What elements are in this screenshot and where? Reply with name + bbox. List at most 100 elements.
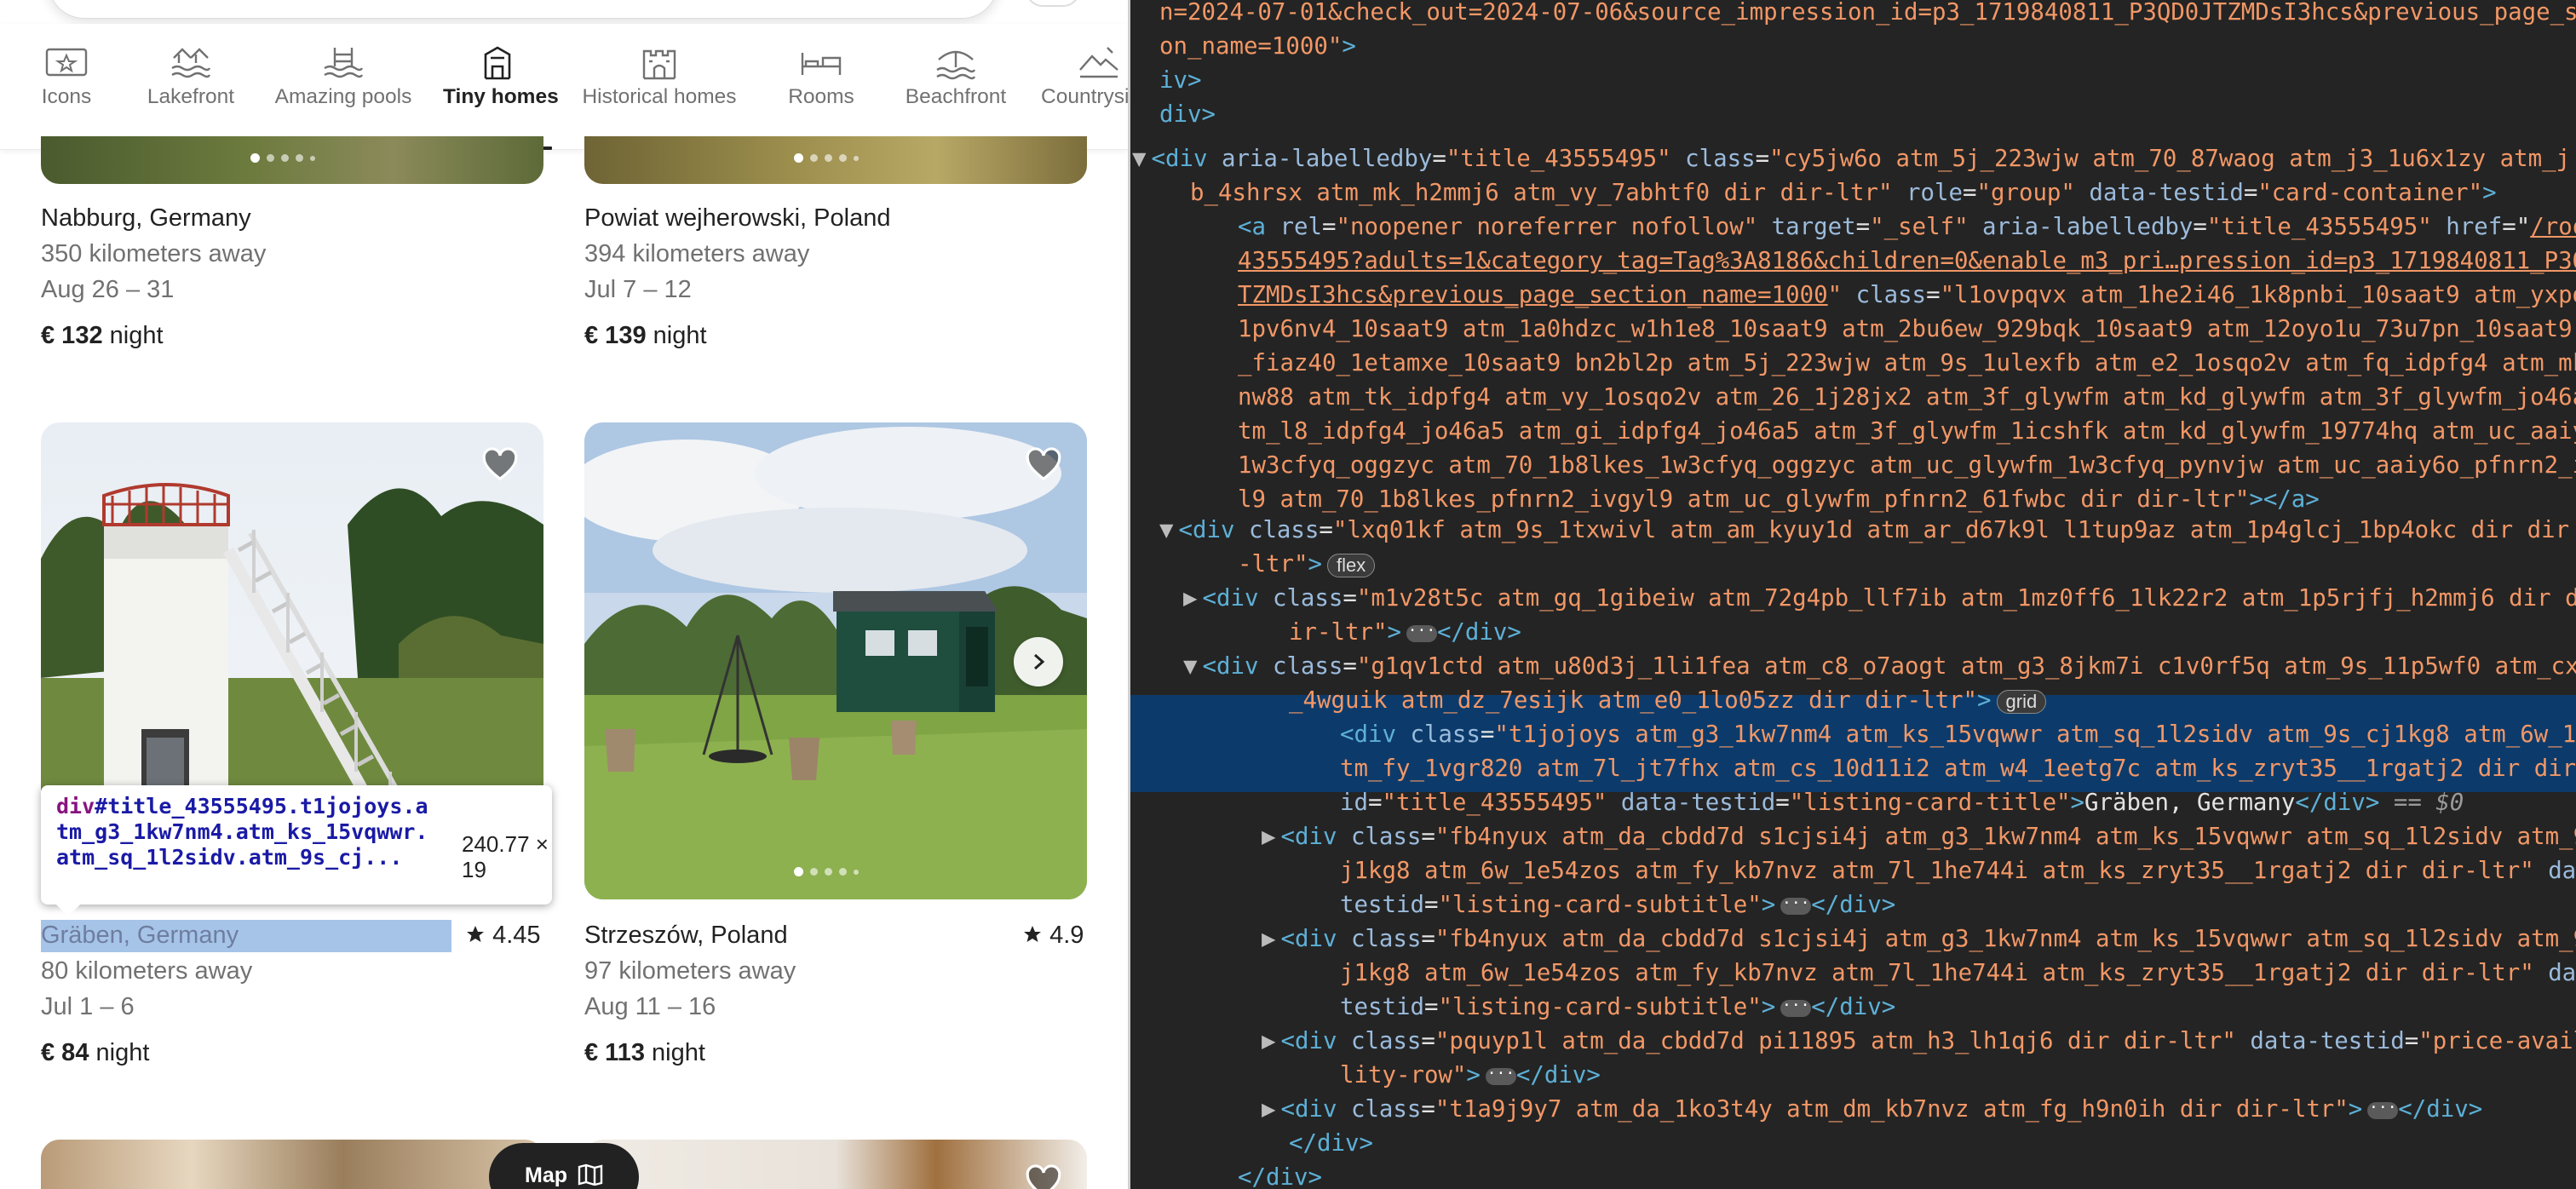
dom-line[interactable]: 1w3cfyq_oggzyc atm_70_1b8lkes_1w3cfyq_og… bbox=[1238, 450, 2576, 482]
next-image-button[interactable] bbox=[1014, 637, 1063, 686]
dom-line[interactable]: nw88 atm_tk_idpfg4 atm_vy_1osqo2v atm_26… bbox=[1238, 382, 2576, 414]
dom-line[interactable]: div> bbox=[1159, 99, 1216, 131]
rooms-icon bbox=[801, 53, 842, 75]
dom-line[interactable]: </div> bbox=[1289, 1128, 1373, 1160]
dom-line[interactable]: ▶ <div class="m1v28t5c atm_gq_1gibeiw atm… bbox=[1183, 583, 2576, 615]
dom-token: "listing-card-title" bbox=[1789, 790, 2071, 816]
expand-toggle-icon[interactable]: ▶ bbox=[1183, 585, 1198, 612]
dom-token: "cy5jw6o atm_5j_223wjw atm_70_87waog atm… bbox=[1769, 146, 2571, 172]
dom-line[interactable]: ▶ <div class="fb4nyux atm_da_cbdd7d s1cjs… bbox=[1262, 923, 2576, 956]
expand-toggle-icon[interactable]: ▶ bbox=[1262, 926, 1276, 952]
dom-token: <div bbox=[1340, 721, 1411, 748]
dom-line[interactable]: _fiaz40_1etamxe_10saat9 bn2bl2p atm_5j_2… bbox=[1238, 348, 2576, 380]
dom-line[interactable]: iv> bbox=[1159, 65, 1201, 97]
map-button[interactable]: Map bbox=[489, 1143, 639, 1189]
dom-token: = bbox=[1423, 994, 1439, 1020]
heart-icon[interactable] bbox=[1022, 445, 1065, 484]
dom-line[interactable]: tm_l8_idpfg4_jo46a5 atm_gi_idpfg4_jo46a5… bbox=[1238, 416, 2576, 448]
listing-dates: Aug 11 – 16 bbox=[584, 993, 716, 1020]
listing-image[interactable] bbox=[584, 422, 1087, 899]
collapsed-ellipsis[interactable]: ··· bbox=[1780, 895, 1812, 915]
dom-token[interactable]: TZMDsI3hcs&previous_page_section_name=10… bbox=[1238, 282, 1828, 308]
dom-line[interactable]: -ltr"> flex bbox=[1238, 549, 1376, 581]
dom-token[interactable]: /rooms/ bbox=[2530, 214, 2576, 240]
category-lakefront[interactable]: Lakefront bbox=[143, 44, 239, 150]
dom-line[interactable]: j1kg8 atm_6w_1e54zos atm_fy_kb7nvz atm_7… bbox=[1340, 957, 2576, 990]
dom-line[interactable]: lity-row"> ···</div> bbox=[1340, 1060, 1601, 1092]
dom-token: > bbox=[1977, 687, 1992, 714]
dom-line[interactable]: on_name=1000"> bbox=[1159, 31, 1356, 63]
listing-distance: 394 kilometers away bbox=[584, 240, 810, 267]
category-amazing-pools[interactable]: Amazing pools bbox=[273, 44, 414, 150]
dom-line[interactable]: _4wguik atm_dz_7esijk atm_e0_1lo05zz dir… bbox=[1289, 685, 2047, 717]
expand-toggle-icon[interactable]: ▼ bbox=[1159, 517, 1174, 543]
listing-image[interactable] bbox=[584, 136, 1087, 184]
listing-title[interactable]: Gräben, Germany bbox=[41, 922, 239, 950]
dom-line[interactable]: tm_fy_1vgr820 atm_7l_jt7fhx atm_cs_10d11… bbox=[1340, 753, 2576, 785]
dom-token: <a bbox=[1238, 214, 1280, 240]
category-label: Lakefront bbox=[147, 85, 235, 108]
expand-toggle-icon[interactable]: ▶ bbox=[1262, 824, 1276, 850]
expand-toggle-icon[interactable]: ▶ bbox=[1262, 1028, 1276, 1054]
layout-badge[interactable]: grid bbox=[1996, 689, 2047, 714]
dom-token: "t1jojoys atm_g3_1kw7nm4 atm_ks_15vqwwr … bbox=[1494, 721, 2576, 748]
dom-line[interactable]: ▼ <div aria-labelledby="title_43555495" c… bbox=[1132, 143, 2570, 175]
collapsed-ellipsis[interactable]: ··· bbox=[1780, 997, 1812, 1017]
dom-token: "price-availabi bbox=[2418, 1028, 2576, 1054]
dom-line[interactable]: l9 atm_70_1b8lkes_pfnrn2_ivgyl9 atm_uc_g… bbox=[1238, 484, 2320, 516]
expand-toggle-icon[interactable]: ▼ bbox=[1132, 146, 1147, 172]
listing-page: Icons Lakefront Amazing pools Tiny homes… bbox=[0, 0, 1128, 1189]
search-bar[interactable] bbox=[48, 0, 998, 19]
dom-line[interactable]: b_4shrsx atm_mk_h2mmj6 atm_vy_7abhtf0 di… bbox=[1190, 177, 2497, 210]
dom-line[interactable]: 1pv6nv4_10saat9 atm_1a0hdzc_w1h1e8_10saa… bbox=[1238, 313, 2576, 346]
listing-image[interactable] bbox=[41, 1140, 543, 1189]
dom-line[interactable]: ir-ltr"> ···</div> bbox=[1289, 617, 1521, 649]
listing-image[interactable] bbox=[584, 1140, 1087, 1189]
layout-badge[interactable]: flex bbox=[1326, 553, 1376, 577]
expand-toggle-icon[interactable]: ▶ bbox=[1262, 1096, 1276, 1123]
dom-token: id bbox=[1340, 790, 1368, 816]
category-label: Countrysi bbox=[1041, 85, 1128, 108]
category-beachfront[interactable]: Beachfront bbox=[903, 44, 1009, 150]
dom-line[interactable]: ▶ <div class="pquyp1l atm_da_cbdd7d pi118… bbox=[1262, 1025, 2576, 1058]
category-label: Amazing pools bbox=[274, 85, 412, 108]
dom-line[interactable]: TZMDsI3hcs&previous_page_section_name=10… bbox=[1238, 279, 2576, 312]
listing-title[interactable]: Nabburg, Germany bbox=[41, 204, 251, 233]
category-icons[interactable]: Icons bbox=[39, 44, 94, 150]
listing-image[interactable] bbox=[41, 136, 543, 184]
listing-title[interactable]: Powiat wejherowski, Poland bbox=[584, 204, 890, 233]
price-unit: night bbox=[653, 322, 707, 349]
dom-line[interactable]: <a rel="noopener noreferrer nofollow" ta… bbox=[1238, 211, 2576, 244]
map-button-label: Map bbox=[525, 1163, 567, 1187]
filters-button[interactable] bbox=[1026, 0, 1080, 7]
dom-line[interactable]: ▶ <div class="fb4nyux atm_da_cbdd7d s1cjs… bbox=[1262, 821, 2576, 853]
dom-line[interactable]: testid="listing-card-subtitle"> ···</div> bbox=[1340, 991, 1895, 1024]
dom-line[interactable]: </div> bbox=[1238, 1162, 1322, 1189]
dom-token: class bbox=[1350, 1028, 1422, 1054]
dom-line[interactable]: 43555495?adults=1&category_tag=Tag%3A818… bbox=[1238, 245, 2576, 278]
dom-token: target bbox=[1757, 214, 1856, 240]
category-countryside[interactable]: Countrysi bbox=[1041, 44, 1128, 150]
expand-toggle-icon[interactable]: ▼ bbox=[1183, 653, 1198, 680]
heart-icon[interactable] bbox=[1022, 1162, 1065, 1189]
dom-line[interactable]: n=2024-07-01&check_out=2024-07-06&source… bbox=[1159, 0, 2576, 29]
dom-line[interactable]: ▶ <div class="t1a9j9y7 atm_da_1ko3t4y atm… bbox=[1262, 1094, 2482, 1126]
category-bar: Icons Lakefront Amazing pools Tiny homes… bbox=[0, 24, 1128, 150]
category-historical-homes[interactable]: Historical homes bbox=[578, 44, 741, 150]
collapsed-ellipsis[interactable]: ··· bbox=[1406, 623, 1437, 642]
dom-line[interactable]: ▼ <div class="lxq01kf atm_9s_1txwivl atm_… bbox=[1159, 514, 2569, 547]
heart-icon[interactable] bbox=[479, 445, 521, 484]
dom-token: > bbox=[1761, 892, 1776, 918]
dom-line[interactable]: <div class="t1jojoys atm_g3_1kw7nm4 atm_… bbox=[1340, 719, 2576, 751]
dom-line[interactable]: ▼ <div class="g1qv1ctd atm_u80d3j_1li1fea… bbox=[1183, 651, 2576, 683]
collapsed-ellipsis[interactable]: ··· bbox=[2367, 1100, 2399, 1119]
dom-line[interactable]: j1kg8 atm_6w_1e54zos atm_fy_kb7nvz atm_7… bbox=[1340, 855, 2576, 887]
dom-token[interactable]: 43555495?adults=1&category_tag=Tag%3A818… bbox=[1238, 248, 2576, 274]
dom-token: </div> bbox=[2295, 790, 2380, 816]
category-tiny-homes[interactable]: Tiny homes bbox=[443, 44, 559, 150]
dom-line[interactable]: testid="listing-card-subtitle"> ···</div> bbox=[1340, 889, 1895, 922]
category-rooms[interactable]: Rooms bbox=[787, 44, 855, 150]
collapsed-ellipsis[interactable]: ··· bbox=[1485, 1066, 1516, 1085]
dom-line[interactable]: id="title_43555495" data-testid="listing… bbox=[1340, 787, 2464, 819]
listing-title[interactable]: Strzeszów, Poland bbox=[584, 922, 788, 950]
